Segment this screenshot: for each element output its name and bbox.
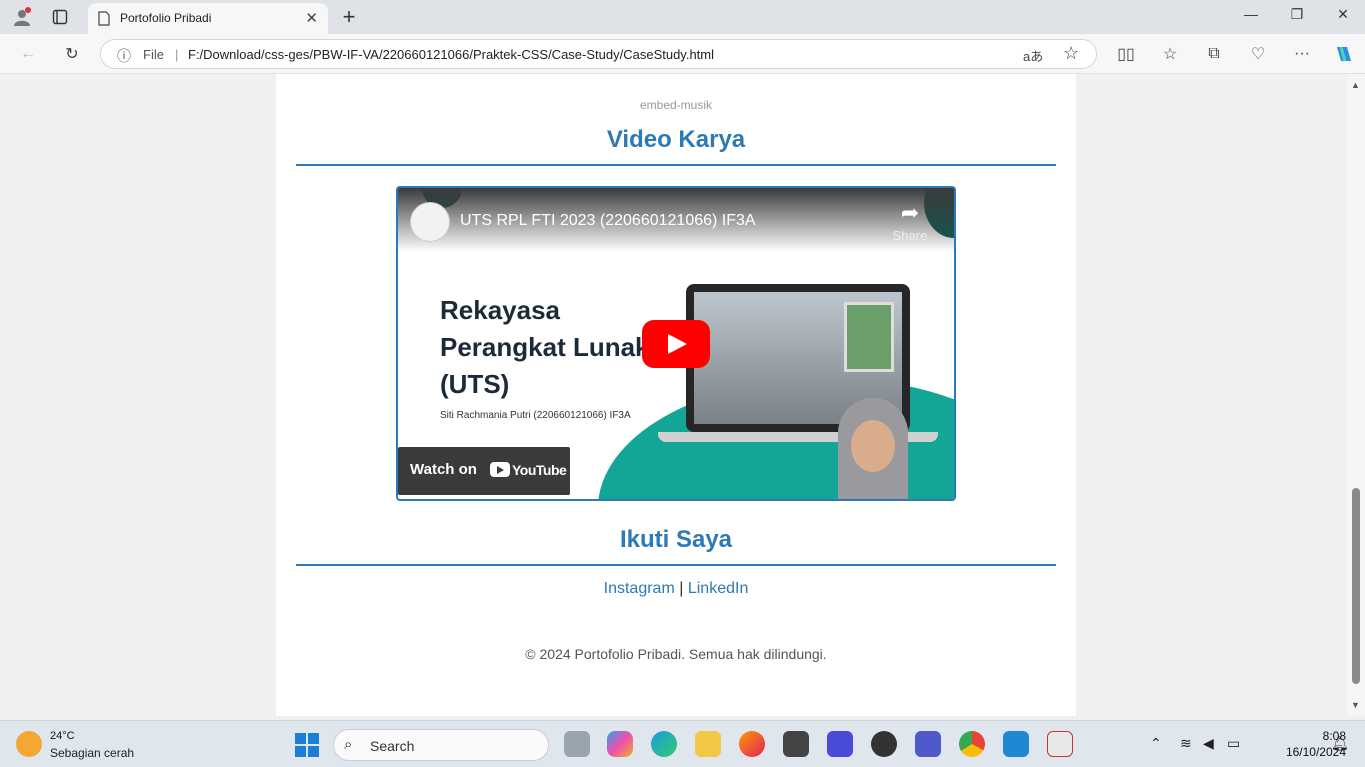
chevron-up-icon[interactable]: ⌃ xyxy=(1150,735,1162,752)
refresh-icon[interactable]: ↻ xyxy=(60,43,84,65)
taskbar-search[interactable]: ⌕ Search xyxy=(333,729,549,761)
app-icon[interactable] xyxy=(827,731,853,757)
teams-icon[interactable] xyxy=(915,731,941,757)
watch-on-youtube-button[interactable]: Watch on YouTube xyxy=(398,447,570,495)
page-icon xyxy=(98,11,110,26)
address-url[interactable]: F:/Download/css-ges/PBW-IF-VA/2206601210… xyxy=(188,47,714,62)
weather-icon[interactable] xyxy=(16,731,42,757)
notification-bell-icon[interactable]: 🔔︎ xyxy=(1331,735,1349,752)
video-section-title: Video Karya xyxy=(606,126,746,153)
share-button[interactable]: ➦ Share xyxy=(890,200,930,243)
video-thumbnail-subtitle: Siti Rachmania Putri (220660121066) IF3A xyxy=(440,410,631,421)
address-bar[interactable]: ⓘ File | F:/Download/css-ges/PBW-IF-VA/2… xyxy=(100,39,1097,69)
heading-line-3: (UTS) xyxy=(440,369,510,399)
instagram-link[interactable]: Instagram xyxy=(604,580,675,597)
read-aloud-icon[interactable]: aあ xyxy=(1023,46,1043,65)
new-tab-icon[interactable]: + xyxy=(338,4,360,30)
restore-icon[interactable]: ❐ xyxy=(1282,6,1312,28)
vscode-icon[interactable] xyxy=(1003,731,1029,757)
video-title[interactable]: UTS RPL FTI 2023 (220660121066) IF3A xyxy=(460,212,756,230)
heading-line-1: Rekayasa xyxy=(440,295,560,325)
social-links: Instagram | LinkedIn xyxy=(276,580,1076,598)
minimize-icon[interactable]: — xyxy=(1236,6,1266,28)
copilot-icon[interactable] xyxy=(1332,43,1356,65)
file-explorer-icon[interactable] xyxy=(695,731,721,757)
linkedin-link[interactable]: LinkedIn xyxy=(688,580,749,597)
back-icon[interactable]: ← xyxy=(16,43,40,65)
firefox-icon[interactable] xyxy=(739,731,765,757)
classroom-window xyxy=(844,302,894,372)
follow-section-title: Ikuti Saya xyxy=(619,526,733,553)
task-view-icon[interactable] xyxy=(564,731,590,757)
youtube-label: YouTube xyxy=(512,462,567,478)
start-square xyxy=(308,733,319,744)
address-separator: | xyxy=(175,47,179,62)
favorites-icon[interactable]: ☆ xyxy=(1158,43,1182,65)
weather-temperature[interactable]: 24°C xyxy=(50,730,75,742)
favorite-star-icon[interactable]: ☆ xyxy=(1063,43,1079,64)
windows-taskbar: 24°C Sebagian cerah ⌕ Search ⌃ ≋ ◀ ▭ 8:0… xyxy=(0,720,1365,767)
copilot-app-icon[interactable] xyxy=(607,731,633,757)
link-separator: | xyxy=(679,580,684,597)
page-viewport: embed-musik Video Karya Rekayasa Perangk… xyxy=(0,74,1347,716)
clock-app-icon[interactable] xyxy=(871,731,897,757)
wifi-icon[interactable]: ≋ xyxy=(1180,735,1192,752)
start-square xyxy=(295,746,306,757)
share-label: Share xyxy=(892,228,928,243)
browser-tab-bar: Portofolio Pribadi ✕ + — ❐ ✕ xyxy=(0,0,1365,34)
search-icon: ⌕ xyxy=(344,736,353,753)
page-scrollbar[interactable]: ▲ ▼ xyxy=(1347,74,1365,716)
chrome-icon[interactable] xyxy=(959,731,985,757)
tab-actions-icon[interactable] xyxy=(48,6,72,28)
snipping-tool-icon[interactable] xyxy=(1047,731,1073,757)
start-square xyxy=(308,746,319,757)
youtube-embed[interactable]: Rekayasa Perangkat Lunak (UTS) Siti Rach… xyxy=(396,186,956,501)
scroll-down-icon[interactable]: ▼ xyxy=(1351,700,1360,710)
more-options-icon[interactable]: ··· xyxy=(1290,43,1314,65)
share-icon: ➦ xyxy=(900,200,920,225)
collections-icon[interactable]: ⧉ xyxy=(1202,43,1226,65)
presenter-face xyxy=(851,420,895,472)
battery-icon[interactable]: ▭ xyxy=(1227,735,1240,752)
start-button[interactable] xyxy=(295,733,319,757)
watch-on-label: Watch on xyxy=(410,461,477,478)
split-screen-icon[interactable]: ▯▯ xyxy=(1114,43,1138,65)
video-thumbnail-heading: Rekayasa Perangkat Lunak (UTS) xyxy=(440,292,650,403)
volume-icon[interactable]: ◀ xyxy=(1203,735,1214,752)
youtube-logo-icon xyxy=(490,462,510,477)
start-square xyxy=(295,733,306,744)
notes-app-icon[interactable] xyxy=(783,731,809,757)
close-window-icon[interactable]: ✕ xyxy=(1328,6,1358,28)
scrollbar-thumb[interactable] xyxy=(1352,488,1360,684)
embed-music-label: embed-musik xyxy=(639,98,713,112)
play-button[interactable] xyxy=(642,320,710,368)
address-file-label: File xyxy=(143,47,164,62)
channel-avatar[interactable] xyxy=(410,202,450,242)
footer-copyright: © 2024 Portofolio Pribadi. Semua hak dil… xyxy=(525,646,827,662)
follow-section-divider xyxy=(296,564,1056,566)
browser-toolbar: ← ↻ ⓘ File | F:/Download/css-ges/PBW-IF-… xyxy=(0,34,1365,74)
edge-app-icon[interactable] xyxy=(651,731,677,757)
heading-line-2: Perangkat Lunak xyxy=(440,332,650,362)
scroll-up-icon[interactable]: ▲ xyxy=(1351,80,1360,90)
browser-essentials-icon[interactable]: ♡ xyxy=(1246,43,1270,65)
content-card: embed-musik Video Karya Rekayasa Perangk… xyxy=(276,74,1076,716)
close-tab-icon[interactable]: ✕ xyxy=(305,9,318,27)
search-label: Search xyxy=(370,738,415,754)
presenter-image xyxy=(818,398,928,499)
tab-title: Portofolio Pribadi xyxy=(120,11,212,25)
video-section-divider xyxy=(296,164,1056,166)
weather-description[interactable]: Sebagian cerah xyxy=(50,746,134,760)
info-icon[interactable]: ⓘ xyxy=(117,46,131,66)
profile-icon[interactable] xyxy=(10,6,34,28)
tab-portofolio[interactable]: Portofolio Pribadi ✕ xyxy=(88,3,328,34)
